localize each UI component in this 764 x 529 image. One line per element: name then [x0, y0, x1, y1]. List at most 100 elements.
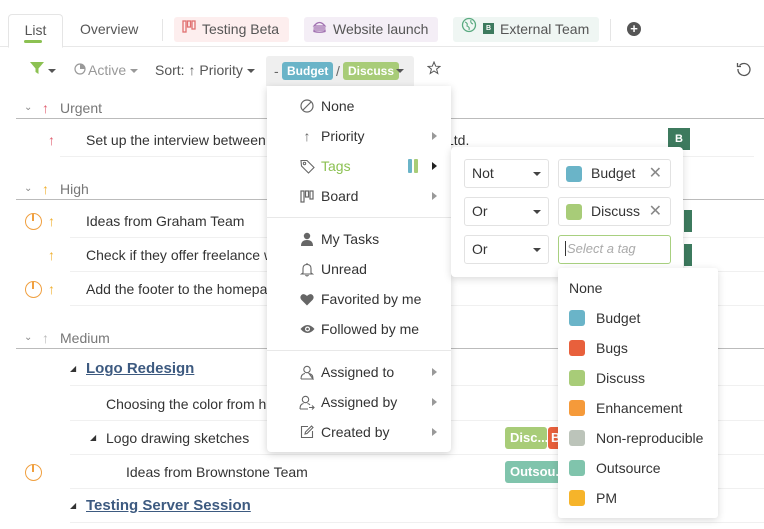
assignee-avatar[interactable]	[684, 244, 692, 266]
menu-item-unread[interactable]: Unread	[267, 254, 451, 284]
caret-down-icon	[246, 69, 255, 74]
caret-down-icon	[533, 248, 541, 252]
tag-search-input[interactable]: Select a tag	[558, 235, 671, 264]
favorite-filter-button[interactable]	[426, 60, 442, 78]
menu-item-label: Assigned to	[321, 364, 395, 380]
sort-direction-icon: ↑	[188, 62, 196, 78]
menu-item-followed[interactable]: Followed by me	[267, 314, 451, 344]
tag-option-label: PM	[596, 490, 617, 506]
menu-item-priority[interactable]: ↑ Priority	[267, 121, 451, 151]
sort-label: Sort:	[155, 62, 185, 78]
tag-option-none[interactable]: None	[558, 273, 718, 303]
tag-icon	[299, 151, 315, 184]
tag-option-budget[interactable]: Budget	[558, 303, 718, 333]
priority-arrow-icon: ↑	[48, 132, 55, 148]
menu-item-assigned-by[interactable]: Assigned by	[267, 387, 451, 417]
tag-color-swatch	[569, 460, 585, 476]
task-title: Add the footer to the homepa	[86, 281, 268, 297]
collapse-triangle-icon[interactable]: ◢	[90, 421, 96, 455]
caret-down-icon	[396, 69, 404, 73]
tag-filter-button[interactable]: - Budget / Discuss	[266, 56, 414, 86]
sort-dropdown[interactable]: Sort: ↑ Priority	[155, 55, 255, 85]
menu-item-assigned-to[interactable]: Assigned to	[267, 357, 451, 387]
project-tab-testing-beta[interactable]: Testing Beta	[174, 17, 290, 42]
project-tab-label: External Team	[500, 21, 590, 37]
tag-color-swatch	[569, 310, 585, 326]
submenu-arrow-icon	[432, 132, 437, 140]
menu-item-my-tasks[interactable]: My Tasks	[267, 224, 451, 254]
view-tabs: List Overview Testing Beta Website launc…	[0, 0, 764, 48]
tab-list[interactable]: List	[8, 14, 63, 48]
project-link[interactable]: Logo Redesign	[86, 352, 194, 386]
menu-item-tags[interactable]: Tags	[267, 151, 451, 181]
tag-option-outsource[interactable]: Outsource	[558, 453, 718, 483]
status-dropdown[interactable]: Active	[74, 55, 139, 85]
tag-chip-label: Discuss	[348, 64, 395, 78]
tag-operator-select[interactable]: Not	[464, 159, 549, 188]
sort-value: Priority	[199, 62, 243, 78]
priority-arrow-icon: ↑	[42, 330, 49, 346]
tag-option-pm[interactable]: PM	[558, 483, 718, 513]
menu-item-board[interactable]: Board	[267, 181, 451, 211]
project-tab-website-launch[interactable]: Website launch	[304, 17, 439, 42]
refresh-button[interactable]	[736, 61, 752, 80]
project-tab-label: Website launch	[333, 21, 429, 37]
tag-name: Budget	[591, 165, 636, 181]
tag-option-label: Budget	[596, 310, 641, 326]
assignee-avatar[interactable]	[684, 210, 692, 232]
operator-value: Or	[472, 203, 488, 219]
remove-tag-icon[interactable]: ✕	[649, 198, 662, 225]
timer-icon[interactable]	[25, 213, 42, 230]
menu-item-created-by[interactable]: Created by	[267, 417, 451, 447]
timer-icon[interactable]	[25, 464, 42, 481]
menu-item-label: Favorited by me	[321, 291, 422, 307]
tag-filter-separator: /	[336, 63, 340, 79]
tab-list-label: List	[24, 22, 47, 38]
tag-option-non-reproducible[interactable]: Non-reproducible	[558, 423, 718, 453]
user-icon	[299, 224, 315, 256]
filter-menu: None ↑ Priority Tags Board My Tasks Unre…	[267, 86, 451, 452]
tag-option-label: Bugs	[596, 340, 628, 356]
filter-dropdown[interactable]	[30, 55, 56, 85]
tag-operator-select[interactable]: Or	[464, 197, 549, 226]
menu-item-label: None	[321, 98, 355, 114]
task-title: Check if they offer freelance w	[86, 247, 275, 263]
project-tab-external-team[interactable]: B External Team	[453, 17, 600, 42]
tag-color-swatch	[569, 370, 585, 386]
tag-options-dropdown: None Budget Bugs Discuss Enhancement Non…	[558, 268, 718, 518]
submenu-arrow-icon	[432, 192, 437, 200]
tab-overview[interactable]: Overview	[68, 14, 150, 47]
collapse-triangle-icon[interactable]: ◢	[70, 352, 76, 386]
caret-down-icon	[533, 210, 541, 214]
tag-chip-discuss: Discuss	[343, 62, 400, 80]
heart-icon	[299, 284, 315, 316]
tag-indicator-discuss	[414, 159, 418, 173]
tag-option-label: Discuss	[596, 370, 646, 386]
menu-item-label: Board	[321, 188, 359, 204]
add-project-tab-button[interactable]: +	[627, 22, 641, 36]
timer-icon[interactable]	[25, 281, 42, 298]
group-label: Urgent	[60, 100, 103, 116]
tag-option-discuss[interactable]: Discuss	[558, 363, 718, 393]
selected-tag-discuss: Discuss ✕	[558, 197, 671, 226]
task-title: Ideas from Graham Team	[86, 213, 245, 229]
task-title: Set up the interview between	[86, 132, 266, 148]
submenu-arrow-icon	[432, 368, 437, 376]
tag-operator-select[interactable]: Or	[464, 235, 549, 264]
tag-color-swatch	[569, 340, 585, 356]
menu-item-favorited[interactable]: Favorited by me	[267, 284, 451, 314]
remove-tag-icon[interactable]: ✕	[649, 160, 662, 187]
task-tag-chip: Disc...	[505, 427, 547, 449]
tag-option-bugs[interactable]: Bugs	[558, 333, 718, 363]
plus-circle-icon: +	[630, 21, 638, 36]
chevron-down-icon: ⌄	[24, 332, 33, 343]
menu-item-none[interactable]: None	[267, 91, 451, 121]
user-assign-icon	[299, 387, 315, 420]
caret-down-icon	[533, 172, 541, 176]
menu-item-label: Unread	[321, 261, 367, 277]
tag-option-enhancement[interactable]: Enhancement	[558, 393, 718, 423]
funnel-icon	[30, 55, 44, 85]
group-label: High	[60, 181, 89, 197]
collapse-triangle-icon[interactable]: ◢	[70, 489, 76, 523]
project-link[interactable]: Testing Server Session	[86, 489, 251, 523]
